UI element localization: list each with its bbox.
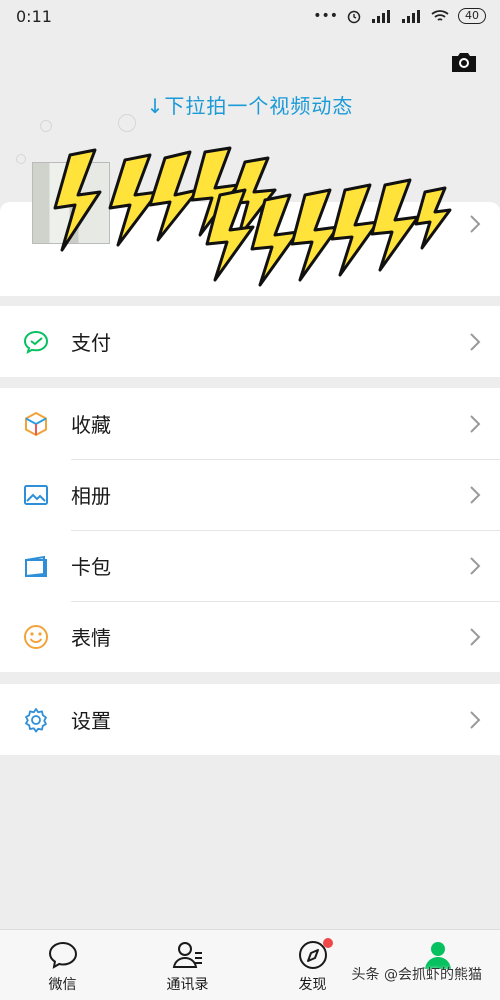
notification-dot xyxy=(322,938,333,948)
menu-item-album[interactable]: 相册 xyxy=(0,459,500,530)
menu-item-cards[interactable]: 卡包 xyxy=(0,530,500,601)
decor-bubble xyxy=(16,154,26,164)
menu-item-favorites[interactable]: 收藏 xyxy=(0,388,500,459)
menu-item-label: 卡包 xyxy=(71,555,111,579)
chevron-right-icon xyxy=(470,710,481,729)
menu-item-label: 收藏 xyxy=(71,413,111,437)
menu-group-settings: 设置 xyxy=(0,684,500,755)
bottom-tab-bar: 微信 通讯录 发现 头条 @会抓虾的熊猫 xyxy=(0,929,500,1000)
chat-bubble-icon xyxy=(48,941,77,969)
chevron-right-icon xyxy=(470,627,481,646)
wechat-pay-icon xyxy=(23,330,49,354)
signal-icon xyxy=(402,10,420,23)
lightning-sticker-overlay xyxy=(53,146,452,287)
menu-group-pay: 支付 xyxy=(0,306,500,377)
chevron-right-icon xyxy=(470,332,481,351)
pull-down-hint[interactable]: ↓下拉拍一个视频动态 xyxy=(0,90,500,119)
contacts-icon xyxy=(172,942,202,968)
signal-hd-icon xyxy=(372,10,390,23)
album-image-icon xyxy=(24,484,48,505)
chevron-right-icon xyxy=(470,485,481,504)
camera-icon[interactable] xyxy=(450,50,478,74)
chevron-right-icon xyxy=(470,414,481,433)
card-wallet-icon xyxy=(25,555,47,577)
tab-label: 微信 xyxy=(48,977,77,993)
wifi-icon xyxy=(431,10,449,21)
tab-contacts[interactable]: 通讯录 xyxy=(125,930,250,1000)
menu-item-label: 支付 xyxy=(71,331,111,355)
smiley-icon xyxy=(24,624,48,649)
chevron-right-icon xyxy=(470,215,481,233)
status-time: 0:11 xyxy=(16,6,52,26)
watermark: 头条 @会抓虾的熊猫 xyxy=(351,967,482,983)
tab-chats[interactable]: 微信 xyxy=(0,930,125,1000)
status-bar: 0:11 ••• 40 xyxy=(0,0,500,32)
favorites-cube-icon xyxy=(25,411,47,436)
chevron-right-icon xyxy=(470,556,481,575)
menu-item-label: 设置 xyxy=(71,709,111,733)
menu-item-label: 表情 xyxy=(71,626,111,650)
more-dots-icon: ••• xyxy=(313,8,338,24)
tab-label: 发现 xyxy=(298,977,327,993)
alarm-icon xyxy=(347,10,361,24)
menu-item-stickers[interactable]: 表情 xyxy=(0,601,500,672)
menu-item-settings[interactable]: 设置 xyxy=(0,684,500,755)
menu-item-pay[interactable]: 支付 xyxy=(0,306,500,377)
gear-icon xyxy=(25,707,47,732)
decor-bubble xyxy=(118,114,136,132)
menu-item-label: 相册 xyxy=(71,484,111,508)
battery-indicator: 40 xyxy=(458,8,486,24)
status-icons: ••• 40 xyxy=(313,8,486,24)
tab-label: 通讯录 xyxy=(166,977,209,993)
decor-bubble xyxy=(40,120,52,132)
menu-group-main: 收藏 相册 卡包 表情 xyxy=(0,388,500,672)
